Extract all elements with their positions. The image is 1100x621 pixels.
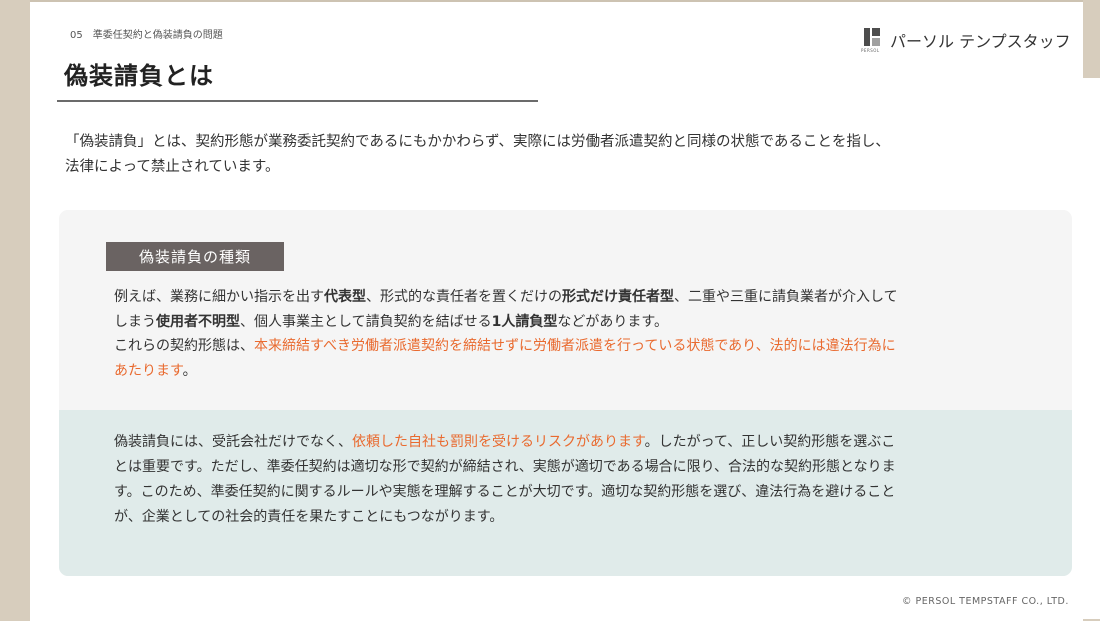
risk-line-4: が、企業としての社会的責任を果たすことにもつながります。 [114, 509, 504, 525]
copyright: © PERSOL TEMPSTAFF CO., LTD. [902, 596, 1069, 607]
frame-strip-lower [1083, 78, 1100, 619]
text-span: しまう [114, 313, 156, 330]
risk-line-2: とは重要です。ただし、準委任契約は適切な形で契約が締結され、実態が適切である場合… [114, 459, 896, 475]
types-line-1: 例えば、業務に細かい指示を出す代表型、形式的な責任者を置くだけの形式だけ責任者型… [114, 285, 1019, 310]
highlight-text: 依頼した自社も罰則を受けるリスクがあります [352, 434, 645, 450]
logo-text: パーソル テンプスタッフ [890, 32, 1071, 51]
types-line-3: これらの契約形態は、本来締結すべき労働者派遣契約を締結せずに労働者派遣を行ってい… [114, 334, 1019, 359]
types-label: 偽装請負の種類 [106, 242, 284, 271]
logo-sub-text: PERSOL [861, 48, 880, 53]
risk-line-1: 偽装請負には、受託会社だけでなく、依頼した自社も罰則を受けるリスクがあります。し… [114, 430, 1019, 455]
text-span: 偽装請負には、受託会社だけでなく、 [114, 434, 352, 450]
page-title: 偽装請負とは [64, 62, 214, 90]
text-span: これらの契約形態は、 [114, 338, 254, 354]
content-box: 偽装請負の種類 例えば、業務に細かい指示を出す代表型、形式的な責任者を置くだけの… [59, 210, 1072, 576]
text-span: 。したがって、正しい契約形態を選ぶこ [644, 434, 896, 450]
type-name: 1人請負型 [491, 313, 558, 330]
type-name: 形式だけ責任者型 [562, 289, 674, 305]
company-logo: PERSOL パーソル テンプスタッフ [861, 28, 1071, 54]
types-line-2: しまう使用者不明型、個人事業主として請負契約を結ばせる1人請負型などがあります。 [114, 310, 1019, 335]
title-underline [57, 100, 538, 102]
text-span: 、形式的な責任者を置くだけの [366, 289, 562, 305]
type-name: 使用者不明型 [156, 313, 240, 330]
text-span: などがあります。 [557, 313, 668, 330]
intro-line-2: 法律によって禁止されています。 [65, 159, 280, 175]
section-header: 05 準委任契約と偽装請負の問題 [70, 26, 223, 41]
text-span: 、二重や三重に請負業者が介入して [674, 289, 898, 305]
types-paragraph: 例えば、業務に細かい指示を出す代表型、形式的な責任者を置くだけの形式だけ責任者型… [114, 285, 1019, 383]
intro-line-1: 「偽装請負」とは、契約形態が業務委託契約であるにもかかわらず、実際には労働者派遣… [65, 134, 890, 150]
highlight-text: あたります [114, 362, 183, 379]
frame-strip [1083, 0, 1100, 78]
risk-line-3: す。このため、準委任契約に関するルールや実態を理解することが大切です。適切な契約… [114, 484, 896, 500]
text-span: 。 [182, 362, 197, 379]
section-number: 05 [70, 30, 83, 41]
highlight-text: 本来締結すべき労働者派遣契約を締結せずに労働者派遣を行っている状態であり、法的に… [254, 338, 896, 354]
text-span: 例えば、業務に細かい指示を出す [114, 289, 324, 305]
type-name: 代表型 [324, 289, 366, 305]
text-span: 、個人事業主として請負契約を結ばせる [240, 313, 492, 330]
persol-logo-icon: PERSOL [861, 28, 882, 54]
slide: 05 準委任契約と偽装請負の問題 偽装請負とは PERSOL パーソル テンプスタ… [30, 0, 1083, 621]
section-title: 準委任契約と偽装請負の問題 [92, 30, 223, 41]
types-line-4: あたります。 [114, 359, 1019, 384]
risk-paragraph: 偽装請負には、受託会社だけでなく、依頼した自社も罰則を受けるリスクがあります。し… [114, 430, 1019, 530]
intro-paragraph: 「偽装請負」とは、契約形態が業務委託契約であるにもかかわらず、実際には労働者派遣… [65, 130, 1025, 180]
types-panel: 偽装請負の種類 例えば、業務に細かい指示を出す代表型、形式的な責任者を置くだけの… [59, 210, 1072, 410]
